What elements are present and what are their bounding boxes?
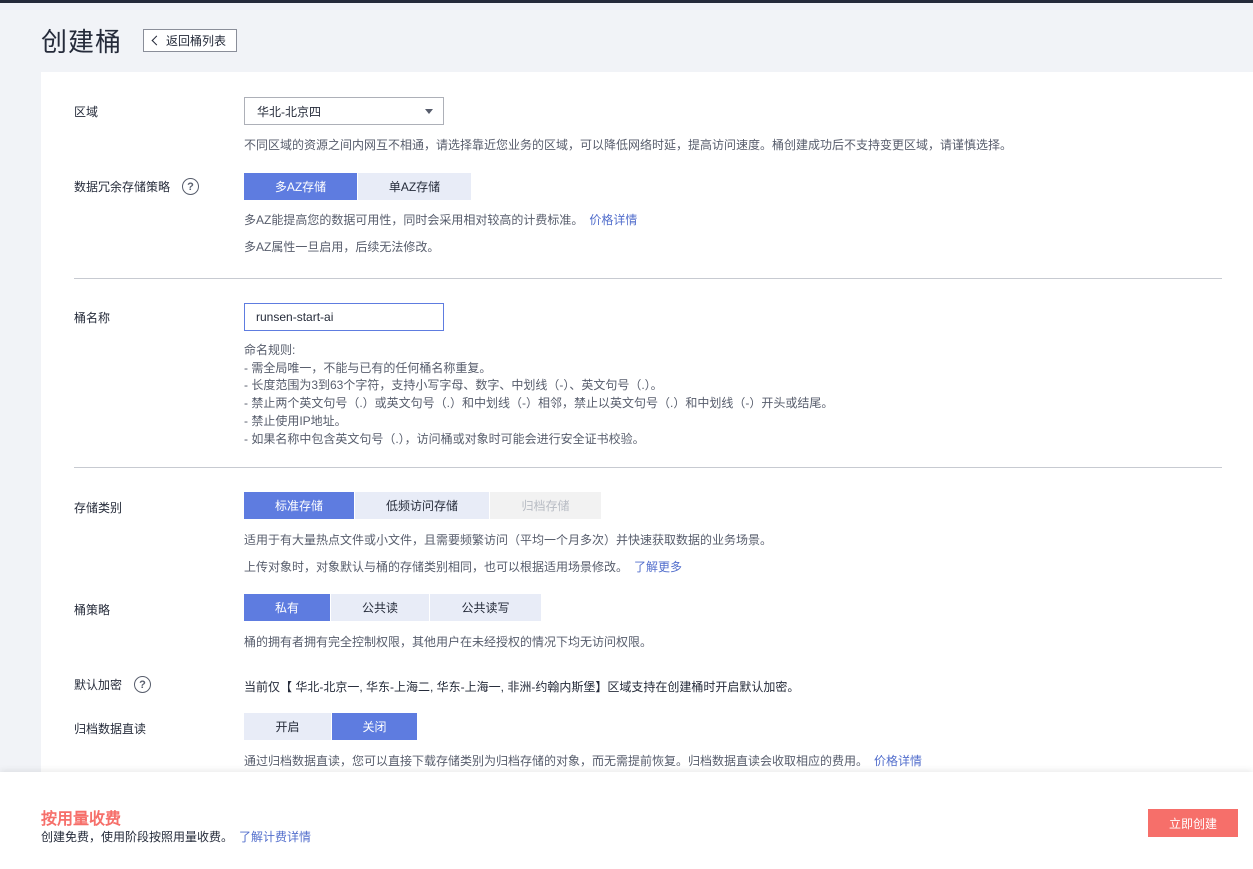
option-public-read-write[interactable]: 公共读写 (430, 594, 542, 621)
rule-line: - 长度范围为3到63个字符，支持小写字母、数字、中划线（-）、英文句号（.）。 (244, 378, 663, 393)
rule-line: - 禁止使用IP地址。 (244, 413, 347, 428)
learn-more-link[interactable]: 了解更多 (634, 560, 682, 574)
option-enable[interactable]: 开启 (244, 713, 332, 740)
storage-class-label: 存储类别 (74, 501, 123, 515)
bucket-name-label: 桶名称 (74, 311, 111, 325)
redundancy-note: 多AZ属性一旦启用，后续无法修改。 (244, 240, 440, 254)
bucket-name-input[interactable] (244, 303, 444, 331)
archive-read-segmented: 开启 关闭 (244, 713, 418, 740)
chevron-left-icon (151, 35, 162, 46)
back-to-bucket-list-button[interactable]: 返回桶列表 (143, 28, 238, 52)
billing-description: 创建免费，使用阶段按照用量收费。 了解计费详情 (41, 828, 311, 845)
storage-class-segmented: 标准存储 低频访问存储 归档存储 (244, 492, 602, 519)
encryption-text: 当前仅【 华北-北京一, 华东-上海二, 华东-上海一, 非洲-约翰内斯堡】区域… (244, 680, 800, 694)
option-single-az[interactable]: 单AZ存储 (358, 173, 472, 200)
divider (74, 278, 1222, 279)
top-bar (0, 0, 1253, 3)
billing-desc-text: 创建免费，使用阶段按照用量收费。 (41, 830, 234, 844)
option-infrequent[interactable]: 低频访问存储 (355, 492, 490, 519)
option-standard[interactable]: 标准存储 (244, 492, 355, 519)
footer-bar: 按用量收费 创建免费，使用阶段按照用量收费。 了解计费详情 立即创建 (0, 772, 1253, 869)
archive-price-link[interactable]: 价格详情 (874, 754, 922, 768)
rule-line: - 需全局唯一，不能与已有的任何桶名称重复。 (244, 360, 492, 375)
encryption-label-row: 默认加密 ? (74, 676, 152, 693)
redundancy-description: 多AZ能提高您的数据可用性，同时会采用相对较高的计费标准。 价格详情 (244, 211, 637, 228)
policy-segmented: 私有 公共读 公共读写 (244, 594, 542, 621)
option-archive: 归档存储 (490, 492, 602, 519)
page-header: 创建桶 返回桶列表 (41, 22, 238, 58)
redundancy-segmented: 多AZ存储 单AZ存储 (244, 173, 472, 200)
rule-line: - 如果名称中包含英文句号（.），访问桶或对象时可能会进行安全证书校验。 (244, 431, 645, 446)
option-disable[interactable]: 关闭 (332, 713, 418, 740)
help-icon[interactable]: ? (182, 178, 200, 195)
caret-down-icon (425, 109, 433, 114)
back-button-label: 返回桶列表 (166, 33, 227, 48)
billing-details-link[interactable]: 了解计费详情 (239, 830, 311, 844)
redundancy-price-link[interactable]: 价格详情 (589, 213, 637, 227)
archive-read-desc-text: 通过归档数据直读，您可以直接下载存储类别为归档存储的对象，而无需提前恢复。归档数… (244, 754, 869, 768)
redundancy-label-row: 数据冗余存储策略 ? (74, 178, 200, 195)
divider (74, 467, 1222, 468)
policy-description: 桶的拥有者拥有完全控制权限，其他用户在未经授权的情况下均无访问权限。 (244, 635, 653, 649)
storage-class-note: 上传对象时，对象默认与桶的存储类别相同，也可以根据适用场景修改。 了解更多 (244, 558, 682, 575)
create-now-button[interactable]: 立即创建 (1148, 809, 1238, 837)
naming-rules: 命名规则: - 需全局唯一，不能与已有的任何桶名称重复。 - 长度范围为3到63… (244, 342, 833, 448)
option-public-read[interactable]: 公共读 (331, 594, 430, 621)
redundancy-label: 数据冗余存储策略 (74, 180, 171, 194)
page-title: 创建桶 (41, 26, 123, 57)
create-bucket-form: 区域 华北-北京四 不同区域的资源之间内网互不相通，请选择靠近您业务的区域，可以… (41, 72, 1253, 782)
policy-label: 桶策略 (74, 603, 111, 617)
storage-class-note-text: 上传对象时，对象默认与桶的存储类别相同，也可以根据适用场景修改。 (244, 560, 629, 574)
option-multi-az[interactable]: 多AZ存储 (244, 173, 358, 200)
region-label: 区域 (74, 105, 99, 119)
archive-read-label: 归档数据直读 (74, 722, 147, 736)
encryption-label: 默认加密 (74, 678, 123, 692)
help-icon[interactable]: ? (134, 676, 152, 693)
region-selected-value: 华北-北京四 (257, 104, 321, 119)
region-select[interactable]: 华北-北京四 (244, 97, 444, 125)
redundancy-desc-text: 多AZ能提高您的数据可用性，同时会采用相对较高的计费标准。 (244, 213, 584, 227)
option-private[interactable]: 私有 (244, 594, 331, 621)
rule-line: 命名规则: (244, 343, 296, 357)
rule-line: - 禁止两个英文句号（.）或英文句号（.）和中划线（-）相邻，禁止以英文句号（.… (244, 396, 834, 411)
billing-title: 按用量收费 (41, 811, 122, 828)
archive-read-description: 通过归档数据直读，您可以直接下载存储类别为归档存储的对象，而无需提前恢复。归档数… (244, 752, 922, 769)
storage-class-description: 适用于有大量热点文件或小文件，且需要频繁访问（平均一个月多次）并快速获取数据的业… (244, 533, 773, 547)
region-description: 不同区域的资源之间内网互不相通，请选择靠近您业务的区域，可以降低网络时延，提高访… (244, 138, 1013, 152)
